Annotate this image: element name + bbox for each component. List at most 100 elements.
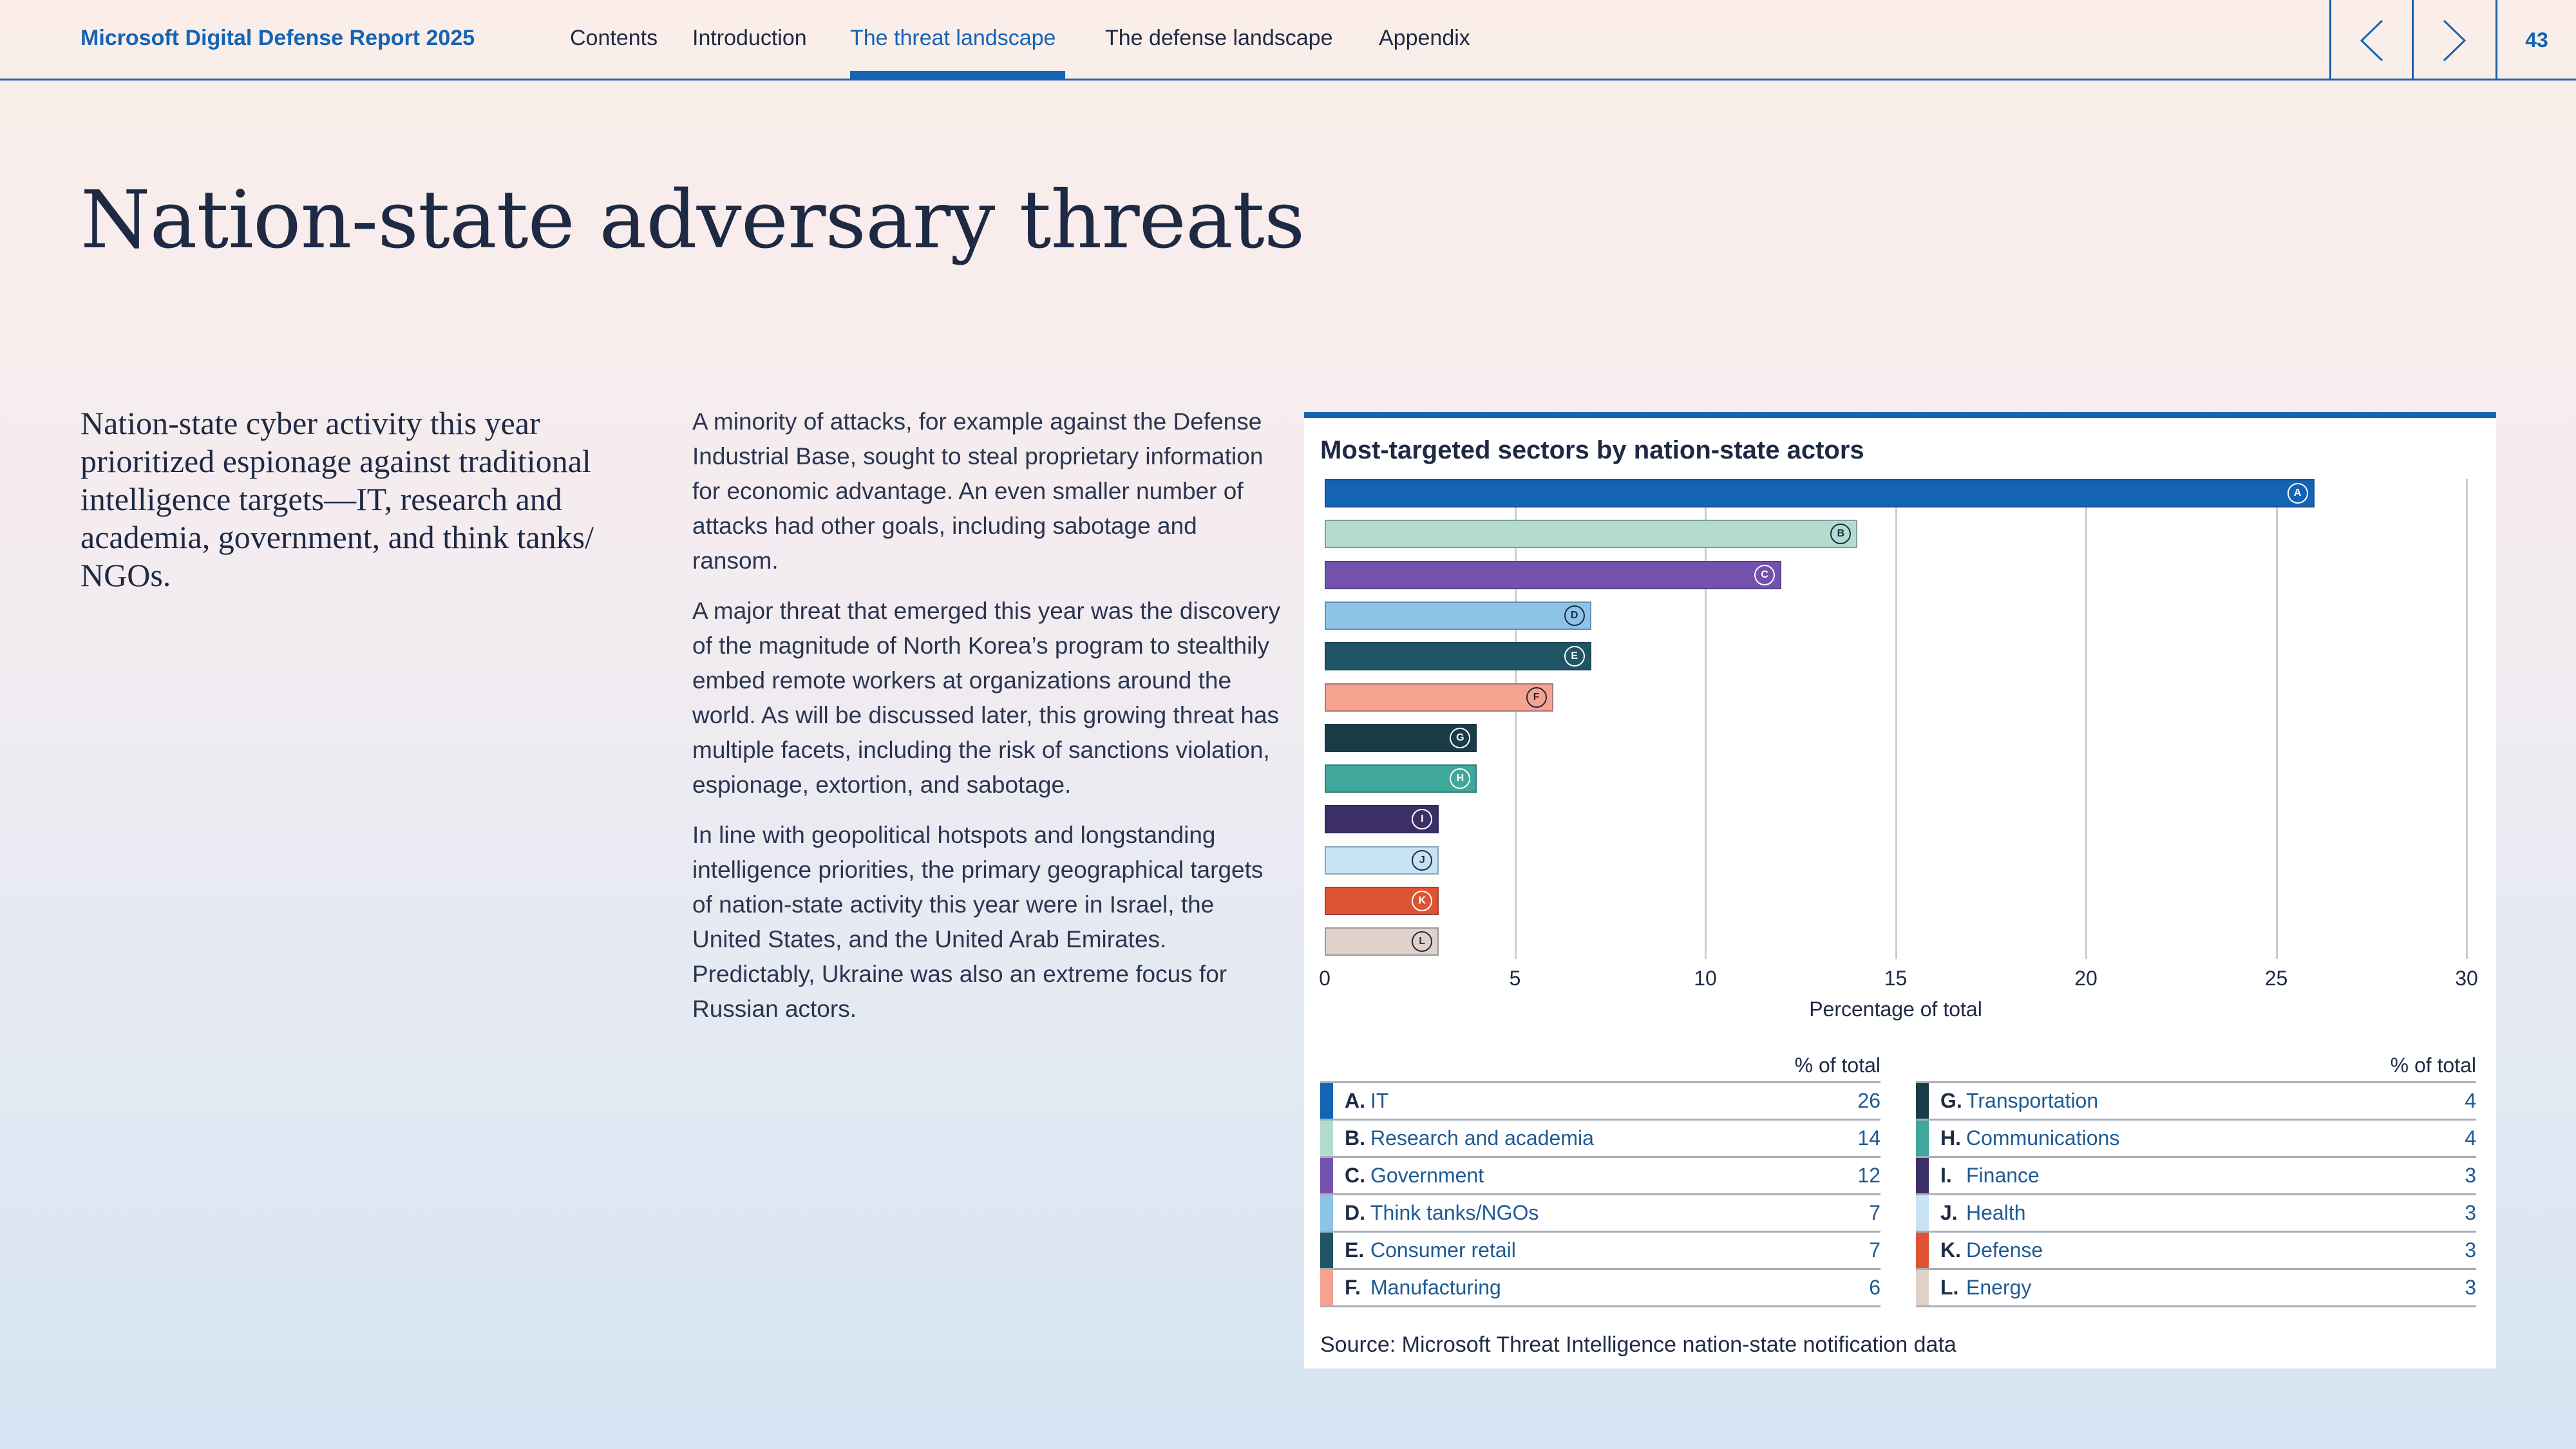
nav-introduction[interactable]: Introduction — [692, 26, 807, 51]
bar-letter-marker: F — [1526, 687, 1547, 708]
legend-row: E. Consumer retail 7 — [1320, 1233, 1880, 1270]
legend-sector-name: Finance — [1966, 1164, 2040, 1187]
legend-row: I. Finance 3 — [1916, 1158, 2476, 1195]
x-tick-label: 15 — [1884, 966, 1908, 990]
legend-row: K. Defense 3 — [1916, 1233, 2476, 1270]
legend-row: F. Manufacturing 6 — [1320, 1270, 1880, 1307]
legend-row: B. Research and academia 14 — [1320, 1121, 1880, 1158]
legend-letter: L. — [1940, 1276, 1959, 1299]
bar-c — [1325, 560, 1782, 589]
lead-paragraph: Nation-state cyber activity this year pr… — [80, 405, 594, 593]
legend-letter: K. — [1940, 1238, 1961, 1262]
legend-swatch — [1320, 1195, 1333, 1231]
legend-swatch — [1916, 1195, 1929, 1231]
page-title: Nation-state adversary threats — [80, 174, 1305, 267]
bar-letter-marker: J — [1412, 849, 1433, 871]
legend-swatch — [1916, 1233, 1929, 1268]
nav-appendix[interactable]: Appendix — [1379, 26, 1470, 51]
legend-value: 7 — [1869, 1201, 1880, 1224]
legend-letter: D. — [1345, 1201, 1365, 1224]
legend-letter: A. — [1345, 1089, 1365, 1112]
gridline — [1705, 479, 1707, 959]
bar-letter-marker: C — [1754, 564, 1776, 585]
legend-row: A. IT 26 — [1320, 1083, 1880, 1121]
legend-letter: B. — [1345, 1126, 1365, 1150]
chevron-right-icon — [2443, 19, 2466, 61]
nav-contents[interactable]: Contents — [570, 26, 658, 51]
bar-letter-marker: G — [1450, 727, 1471, 748]
chart-panel: Most-targeted sectors by nation-state ac… — [1304, 412, 2496, 1368]
gridline — [2466, 479, 2468, 959]
x-axis-label: Percentage of total — [1809, 997, 1982, 1021]
body-paragraph: A major threat that emerged this year wa… — [692, 598, 1281, 798]
legend-sector-name: Think tanks/NGOs — [1370, 1201, 1539, 1224]
legend-sector-name: IT — [1370, 1089, 1389, 1112]
legend-sector-name: Health — [1966, 1201, 2026, 1224]
legend-swatch — [1320, 1121, 1333, 1156]
legend-sector-name: Energy — [1966, 1276, 2032, 1299]
chart-title: Most-targeted sectors by nation-state ac… — [1320, 436, 1864, 464]
legend-header: % of total — [1320, 1052, 1880, 1083]
bar-f — [1325, 683, 1553, 712]
legend-sector-name: Transportation — [1966, 1089, 2099, 1112]
legend-letter: H. — [1940, 1126, 1961, 1150]
nav-defense-landscape[interactable]: The defense landscape — [1105, 26, 1332, 51]
legend-letter: J. — [1940, 1201, 1958, 1224]
legend-value: 7 — [1869, 1238, 1880, 1262]
legend-letter: I. — [1940, 1164, 1952, 1187]
x-tick-label: 25 — [2264, 966, 2288, 990]
x-tick-label: 5 — [1509, 966, 1521, 990]
legend-row: J. Health 3 — [1916, 1195, 2476, 1233]
legend-value: 6 — [1869, 1276, 1880, 1299]
legend-letter: E. — [1345, 1238, 1365, 1262]
legend-value: 3 — [2465, 1201, 2476, 1224]
legend-row: L. Energy 3 — [1916, 1270, 2476, 1307]
legend-sector-name: Consumer retail — [1370, 1238, 1516, 1262]
bar-letter-marker: A — [2287, 483, 2308, 504]
legend-letter: G. — [1940, 1089, 1962, 1112]
legend-swatch — [1916, 1270, 1929, 1305]
chevron-left-icon — [2360, 19, 2383, 61]
legend-sector-name: Manufacturing — [1370, 1276, 1501, 1299]
x-tick-label: 20 — [2074, 966, 2098, 990]
bar-d — [1325, 601, 1591, 630]
legend-swatch — [1320, 1158, 1333, 1193]
legend-value: 3 — [2465, 1276, 2476, 1299]
previous-page-button[interactable] — [2329, 0, 2412, 80]
legend-row: H. Communications 4 — [1916, 1121, 2476, 1158]
legend-sector-name: Government — [1370, 1164, 1484, 1187]
bar-letter-marker: E — [1564, 646, 1585, 667]
bar-b — [1325, 520, 1858, 549]
source-note: Source: Microsoft Threat Intelligence na… — [1320, 1332, 1956, 1357]
legend-sector-name: Communications — [1966, 1126, 2120, 1150]
active-nav-indicator — [850, 71, 1065, 80]
next-page-button[interactable] — [2412, 0, 2494, 80]
gridline — [1514, 479, 1517, 959]
gridline — [2275, 479, 2278, 959]
legend-sector-name: Research and academia — [1370, 1126, 1594, 1150]
legend-swatch — [1916, 1121, 1929, 1156]
legend-swatch — [1320, 1233, 1333, 1268]
legend-value: 26 — [1857, 1089, 1880, 1112]
legend-letter: C. — [1345, 1164, 1365, 1187]
legend-row: D. Think tanks/NGOs 7 — [1320, 1195, 1880, 1233]
report-brand[interactable]: Microsoft Digital Defense Report 2025 — [80, 26, 475, 51]
legend-swatch — [1916, 1083, 1929, 1119]
legend-value: 4 — [2465, 1089, 2476, 1112]
bar-letter-marker: D — [1564, 605, 1585, 626]
nav-threat-landscape[interactable]: The threat landscape — [850, 26, 1056, 51]
page-number: 43 — [2496, 0, 2576, 80]
body-paragraph: A minority of attacks, for example again… — [692, 408, 1264, 574]
x-tick-label: 30 — [2455, 966, 2478, 990]
x-tick-label: 0 — [1319, 966, 1331, 990]
legend-table-left: % of total A. IT 26 B. Research and academia… — [1320, 1052, 1880, 1307]
body-paragraph: In line with geopolitical hotspots and l… — [692, 822, 1264, 1022]
legend-letter: F. — [1345, 1276, 1361, 1299]
legend-swatch — [1916, 1158, 1929, 1193]
legend-value: 3 — [2465, 1164, 2476, 1187]
body-text: A minority of attacks, for example again… — [692, 404, 1285, 1042]
x-tick-label: 10 — [1694, 966, 1717, 990]
legend-value: 14 — [1857, 1126, 1880, 1150]
top-navigation-bar: Microsoft Digital Defense Report 2025 Co… — [0, 0, 2576, 80]
gridline — [2085, 479, 2087, 959]
